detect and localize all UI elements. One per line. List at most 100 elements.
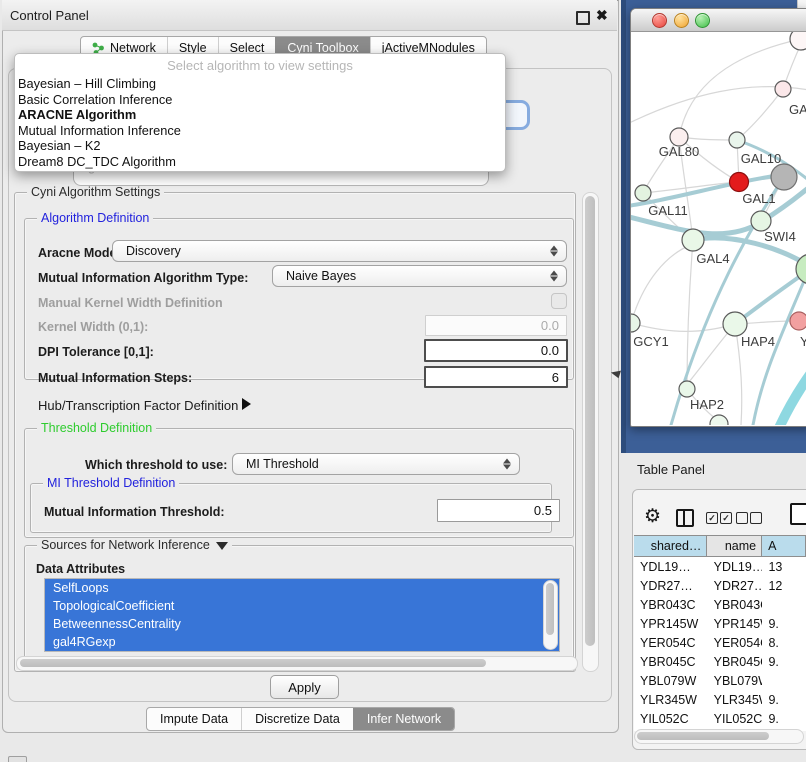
algorithm-dropdown-item[interactable]: Dream8 DC_TDC Algorithm <box>15 154 505 170</box>
node-table: shared… name A YDL19… YDL19… 13 YDR27… Y… <box>634 535 806 731</box>
settings-scrollbar[interactable] <box>582 192 599 672</box>
cell-shared-name: YER054C <box>634 633 708 652</box>
data-attribute-item[interactable]: BetweennessCentrality <box>45 615 559 633</box>
algorithm-dropdown-hint: Select algorithm to view settings <box>15 54 505 76</box>
close-icon[interactable]: ✖ <box>596 7 608 24</box>
table-row[interactable]: YER054C YER054C 8. <box>634 633 806 652</box>
tab-impute-label: Impute Data <box>160 712 228 726</box>
mi-type-value: Naive Bayes <box>286 269 356 283</box>
tab-infer-network[interactable]: Infer Network <box>353 708 454 730</box>
algorithm-dropdown-item[interactable]: Bayesian – Hill Climbing <box>15 76 505 92</box>
node-gal10[interactable] <box>729 132 745 148</box>
data-attributes-label: Data Attributes <box>36 562 125 576</box>
expanded-arrow-icon <box>216 542 228 550</box>
dpi-tolerance-field[interactable]: 0.0 <box>424 339 568 362</box>
algorithm-dropdown-item[interactable]: Bayesian – K2 <box>15 138 505 154</box>
data-attribute-item[interactable]: gal4RGexp <box>45 633 559 651</box>
apply-button[interactable]: Apply <box>270 675 339 699</box>
network-canvas[interactable]: GAL80 GAL10 GAL1 GAL11 SWI4 GAL4 GCY1 HA… <box>631 32 806 425</box>
algorithm-dropdown-item[interactable]: ARACNE Algorithm <box>15 107 505 123</box>
tab-infer-label: Infer Network <box>367 712 441 726</box>
mac-zoom-button[interactable] <box>695 13 710 28</box>
hub-definition-label[interactable]: Hub/Transcription Factor Definition <box>38 398 238 413</box>
node-hap2[interactable] <box>679 381 695 397</box>
mac-minimize-button[interactable] <box>674 13 689 28</box>
table-hscrollbar-thumb[interactable] <box>637 732 769 740</box>
node-label-hap2: HAP2 <box>690 397 724 412</box>
cell-clipped: 12 <box>762 576 806 595</box>
node-clipped-top[interactable] <box>790 32 806 50</box>
minimized-panel-grip[interactable] <box>8 756 27 762</box>
which-threshold-combo[interactable]: MI Threshold <box>232 453 520 475</box>
cell-name: YPR145W <box>708 614 763 633</box>
settings-hscrollbar[interactable] <box>16 656 578 671</box>
control-panel-titlebar[interactable] <box>2 0 617 31</box>
checked-checkbox-icon[interactable]: ✓ <box>706 512 718 524</box>
node-salmon[interactable] <box>790 312 806 330</box>
attributes-scrollbar-thumb[interactable] <box>546 583 554 635</box>
cell-shared-name: YLR345W <box>634 690 708 709</box>
data-attribute-item[interactable]: TopologicalCoefficient <box>45 597 559 615</box>
columns-icon[interactable] <box>676 509 694 527</box>
unchecked-checkbox-icon[interactable] <box>736 512 748 524</box>
sources-title[interactable]: Sources for Network Inference <box>37 538 232 552</box>
unchecked-checkbox-icon[interactable] <box>750 512 762 524</box>
node-gal4[interactable] <box>682 229 704 251</box>
data-attribute-item[interactable]: SelfLoops <box>45 579 559 597</box>
column-header-shared-name[interactable]: shared… <box>634 535 707 557</box>
cell-clipped <box>762 595 806 614</box>
node-gal11[interactable] <box>635 185 651 201</box>
mi-threshold-field[interactable]: 0.5 <box>437 499 560 522</box>
cell-shared-name: YIL052C <box>634 709 708 728</box>
table-row[interactable]: YIL052C YIL052C 9. <box>634 709 806 728</box>
table-row[interactable]: YPR145W YPR145W 9. <box>634 614 806 633</box>
threshold-definition-title: Threshold Definition <box>37 421 156 435</box>
table-row[interactable]: YDR27… YDR27… 12 <box>634 576 806 595</box>
node-label-gcy1: GCY1 <box>633 334 668 349</box>
network-window-titlebar[interactable] <box>631 9 806 32</box>
cell-clipped <box>762 671 806 690</box>
collapsed-arrow-icon[interactable] <box>242 398 251 410</box>
column-header-clipped[interactable]: A <box>762 535 806 557</box>
node-swi4[interactable] <box>751 211 771 231</box>
settings-scrollbar-thumb[interactable] <box>585 196 595 646</box>
gear-icon[interactable]: ⚙ <box>644 505 661 528</box>
settings-hscrollbar-thumb[interactable] <box>20 659 486 667</box>
stepper-icon <box>550 246 558 257</box>
table-row[interactable]: YLR345W YLR345W 9. <box>634 690 806 709</box>
mi-steps-field[interactable]: 6 <box>424 366 568 388</box>
algorithm-dropdown-item[interactable]: Mutual Information Inference <box>15 123 505 139</box>
checked-checkbox-icon[interactable]: ✓ <box>720 512 732 524</box>
kernel-width-field[interactable]: 0.0 <box>425 315 567 336</box>
cell-shared-name: YDL19… <box>634 557 708 576</box>
column-header-name[interactable]: name <box>707 535 762 557</box>
node-gal-clipped[interactable] <box>775 81 791 97</box>
cell-name: YBR043C <box>708 595 763 614</box>
cell-shared-name: YPR145W <box>634 614 708 633</box>
cell-clipped: 9. <box>762 614 806 633</box>
stepper-icon <box>503 459 511 470</box>
table-row[interactable]: YBR045C YBR045C 9. <box>634 652 806 671</box>
sources-title-text: Sources for Network Inference <box>41 538 210 552</box>
mac-close-button[interactable] <box>652 13 667 28</box>
float-window-icon[interactable] <box>576 11 590 25</box>
table-row[interactable]: YBL079W YBL079W <box>634 671 806 690</box>
node-gcy1[interactable] <box>631 314 640 332</box>
tab-impute-data[interactable]: Impute Data <box>147 708 241 730</box>
node-gray[interactable] <box>771 164 797 190</box>
table-row[interactable]: YBR043C YBR043C <box>634 595 806 614</box>
cell-clipped: 13 <box>762 557 806 576</box>
tab-discretize-data[interactable]: Discretize Data <box>241 708 353 730</box>
cell-shared-name: YBL079W <box>634 671 708 690</box>
algorithm-definition-title: Algorithm Definition <box>37 211 153 225</box>
node-gal1-red[interactable] <box>730 173 749 192</box>
aracne-mode-combo[interactable]: Discovery <box>112 240 567 262</box>
mi-type-combo[interactable]: Naive Bayes <box>272 265 567 287</box>
table-row[interactable]: YDL19… YDL19… 13 <box>634 557 806 576</box>
node-hap4[interactable] <box>723 312 747 336</box>
algorithm-dropdown-item[interactable]: Basic Correlation Inference <box>15 92 505 108</box>
new-document-icon[interactable] <box>790 503 806 525</box>
table-hscrollbar[interactable] <box>634 729 804 744</box>
manual-kernel-checkbox[interactable] <box>551 293 567 309</box>
attributes-scrollbar[interactable] <box>543 580 558 650</box>
